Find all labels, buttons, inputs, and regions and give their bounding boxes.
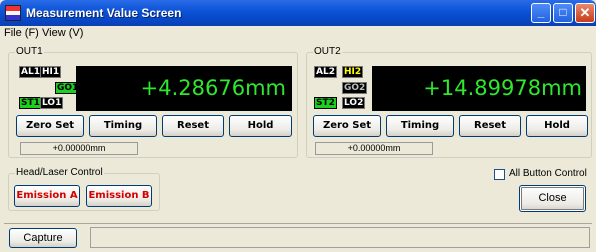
out1-hi-indicator: HI1 <box>40 66 62 78</box>
out2-timing-button[interactable]: Timing <box>386 115 454 137</box>
out2-offset-readout: +0.00000mm <box>315 142 433 155</box>
close-button[interactable]: Close <box>519 185 586 212</box>
out1-alarm-indicator: AL1 <box>19 66 42 78</box>
window-title: Measurement Value Screen <box>26 6 182 20</box>
title-bar[interactable]: Measurement Value Screen _ □ ✕ <box>0 0 596 26</box>
app-icon <box>5 5 21 21</box>
emission-b-button[interactable]: Emission B <box>86 185 152 207</box>
out1-timing-button[interactable]: Timing <box>89 115 157 137</box>
bottom-divider <box>4 223 592 224</box>
all-button-control-checkbox[interactable] <box>494 169 505 180</box>
maximize-button[interactable]: □ <box>553 3 573 23</box>
all-button-control-label: All Button Control <box>509 168 587 179</box>
minimize-button[interactable]: _ <box>531 3 551 23</box>
out1-offset-readout: +0.00000mm <box>20 142 138 155</box>
out1-strobe-indicator: ST1 <box>19 97 42 109</box>
out2-alarm-indicator: AL2 <box>314 66 337 78</box>
out2-label: OUT2 <box>313 46 342 57</box>
out2-zero-set-button[interactable]: Zero Set <box>313 115 381 137</box>
menu-view[interactable]: View (V) <box>42 27 83 39</box>
out1-hold-button[interactable]: Hold <box>229 115 292 137</box>
out1-label: OUT1 <box>15 46 44 57</box>
close-window-button[interactable]: ✕ <box>575 3 595 23</box>
menu-bar: File (F) View (V) <box>0 26 596 42</box>
out2-hold-button[interactable]: Hold <box>526 115 588 137</box>
out1-reset-button[interactable]: Reset <box>162 115 224 137</box>
out2-hi-indicator: HI2 <box>342 66 364 78</box>
out1-zero-set-button[interactable]: Zero Set <box>16 115 84 137</box>
out2-strobe-indicator: ST2 <box>314 97 337 109</box>
status-field <box>90 227 590 248</box>
out1-lo-indicator: LO1 <box>40 97 64 109</box>
emission-a-button[interactable]: Emission A <box>14 185 80 207</box>
menu-file[interactable]: File (F) <box>4 27 39 39</box>
out2-go-indicator: GO2 <box>342 82 368 94</box>
capture-button[interactable]: Capture <box>9 228 77 248</box>
out2-lo-indicator: LO2 <box>342 97 366 109</box>
out2-reset-button[interactable]: Reset <box>459 115 521 137</box>
out1-value-display: +4.28676mm <box>76 66 292 111</box>
out2-value-display: +14.89978mm <box>372 66 586 111</box>
head-laser-control-label: Head/Laser Control <box>15 167 104 178</box>
